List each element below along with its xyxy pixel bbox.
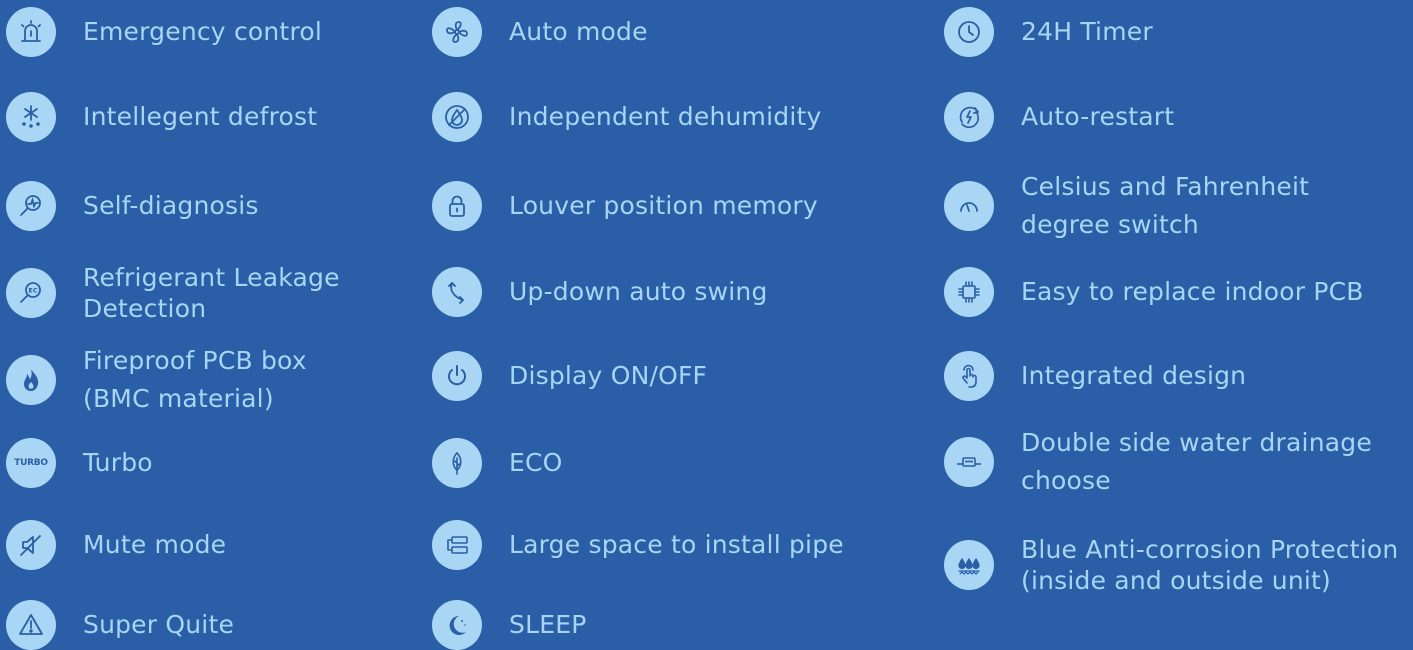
feature-column-1: Emergency control Intellegent defrost Se… [6, 0, 426, 650]
gauge-icon [944, 181, 994, 231]
feature-item: Louver position memory [432, 181, 818, 231]
feature-label: Super Quite [83, 610, 235, 639]
feature-item: Super Quite [6, 600, 234, 650]
feature-item: 24H Timer [944, 7, 1153, 57]
feature-item: SLEEP [432, 600, 586, 650]
fan-icon [432, 7, 482, 57]
feature-label: Self-diagnosis [83, 191, 259, 220]
feature-label: Auto-restart [1021, 102, 1175, 131]
feature-item: Celsius and Fahrenheit degree switch [944, 168, 1309, 244]
feature-label: Fireproof PCB box (BMC material) [83, 346, 307, 413]
feature-label: 24H Timer [1021, 17, 1153, 46]
drain-unit-icon [944, 437, 994, 487]
feature-item: Independent dehumidity [432, 92, 821, 142]
magnifier-pulse-icon [6, 181, 56, 231]
flame-icon [6, 355, 56, 405]
turbo-icon: TURBO [6, 438, 56, 488]
feature-item: TURBO Turbo [6, 438, 153, 488]
svg-text:EC: EC [28, 287, 37, 295]
siren-icon [6, 7, 56, 57]
feature-item: Integrated design [944, 351, 1246, 401]
feature-item: Emergency control [6, 7, 322, 57]
power-icon [432, 351, 482, 401]
feature-item: Fireproof PCB box (BMC material) [6, 342, 307, 418]
feature-label: Intellegent defrost [83, 102, 318, 131]
restart-bolt-icon [944, 92, 994, 142]
feature-label: Refrigerant Leakage Detection [83, 263, 340, 323]
snowflake-icon [6, 92, 56, 142]
feature-label: SLEEP [509, 610, 587, 639]
feature-item: Display ON/OFF [432, 351, 707, 401]
feature-item: Self-diagnosis [6, 181, 259, 231]
feature-column-2: Auto mode Independent dehumidity Louver … [432, 0, 932, 650]
feature-label: Large space to install pipe [509, 530, 844, 559]
feature-item: Intellegent defrost [6, 92, 317, 142]
feature-label: Celsius and Fahrenheit degree switch [1021, 172, 1310, 239]
feature-item: EC Refrigerant Leakage Detection [6, 262, 340, 324]
feature-column-3: 24H Timer Auto-restart Celsius and Fahre… [944, 0, 1413, 645]
feature-label: Emergency control [83, 17, 323, 46]
feature-label: Turbo [83, 448, 153, 477]
feature-label: Easy to replace indoor PCB [1021, 277, 1364, 306]
clock-icon [944, 7, 994, 57]
feature-label: ECO [509, 448, 563, 477]
feature-item: Auto mode [432, 7, 648, 57]
lock-icon [432, 181, 482, 231]
touch-hand-icon [944, 351, 994, 401]
mute-speaker-icon [6, 520, 56, 570]
turbo-icon-text: TURBO [14, 458, 48, 468]
feature-item: Blue Anti-corrosion Protection (inside a… [944, 534, 1398, 596]
moon-icon [432, 600, 482, 650]
pipe-unit-icon [432, 520, 482, 570]
swing-arrow-icon [432, 267, 482, 317]
feature-label: Integrated design [1021, 361, 1247, 390]
feature-item: Mute mode [6, 520, 226, 570]
feature-label: Up-down auto swing [509, 277, 768, 306]
feature-item: Auto-restart [944, 92, 1174, 142]
ec-magnifier-icon: EC [6, 268, 56, 318]
feature-label: Display ON/OFF [509, 361, 708, 390]
feature-label: Louver position memory [509, 191, 818, 220]
feature-label: Double side water drainage choose [1021, 428, 1372, 495]
droplets-icon [944, 540, 994, 590]
feature-item: Up-down auto swing [432, 267, 768, 317]
chip-icon [944, 267, 994, 317]
feature-label: Blue Anti-corrosion Protection (inside a… [1021, 535, 1399, 595]
warning-triangle-icon [6, 600, 56, 650]
no-drop-icon [432, 92, 482, 142]
leaf-icon [432, 438, 482, 488]
feature-label: Auto mode [509, 17, 648, 46]
feature-item: Large space to install pipe [432, 520, 844, 570]
feature-item: Double side water drainage choose [944, 424, 1372, 500]
feature-item: Easy to replace indoor PCB [944, 267, 1364, 317]
feature-item: ECO [432, 438, 563, 488]
feature-grid: Emergency control Intellegent defrost Se… [0, 0, 1413, 650]
feature-label: Independent dehumidity [509, 102, 822, 131]
feature-label: Mute mode [83, 530, 227, 559]
